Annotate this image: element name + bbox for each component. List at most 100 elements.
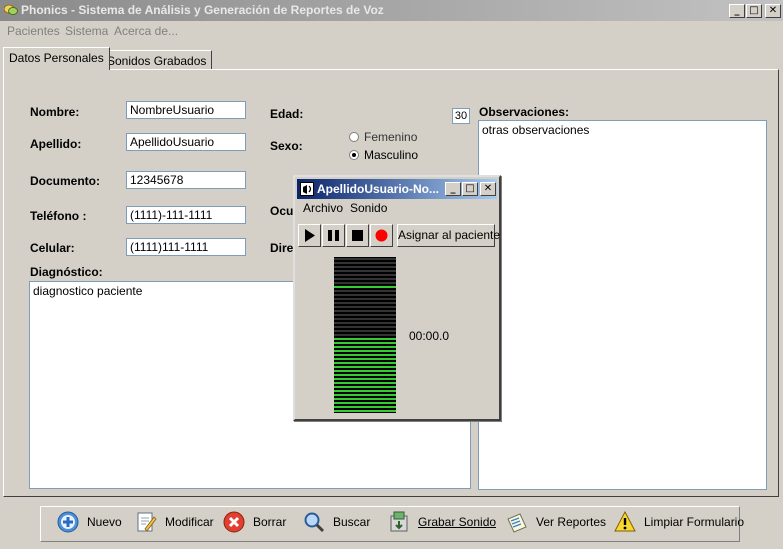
meter-segment <box>334 386 396 388</box>
main-titlebar[interactable]: Phonics - Sistema de Análisis y Generaci… <box>0 0 783 21</box>
recorder-close-button[interactable]: ✕ <box>480 182 496 196</box>
meter-segment <box>334 290 396 292</box>
radio-masculino-dot[interactable] <box>349 150 359 160</box>
recorder-titlebar[interactable]: ApellidoUsuario-No... _ □ ✕ <box>297 179 497 199</box>
apellido-label: Apellido: <box>30 137 82 151</box>
meter-segment <box>334 282 396 284</box>
meter-segment <box>334 370 396 372</box>
celular-label: Celular: <box>30 241 75 255</box>
recorder-time: 00:00.0 <box>409 329 450 343</box>
meter-segment <box>334 258 396 260</box>
edit-document-icon <box>137 512 157 532</box>
observaciones-label: Observaciones: <box>479 105 570 119</box>
minimize-button[interactable]: _ <box>729 4 745 18</box>
radio-masculino[interactable]: Masculino <box>349 148 418 162</box>
meter-segment <box>334 274 396 276</box>
modificar-label: Modificar <box>165 515 214 529</box>
warning-icon <box>614 511 636 532</box>
radio-femenino-dot[interactable] <box>349 132 359 142</box>
meter-segment <box>334 318 396 320</box>
meter-segment <box>334 342 396 344</box>
meter-segment <box>334 406 396 408</box>
apellido-input[interactable]: ApellidoUsuario <box>126 133 246 151</box>
level-meter <box>334 257 396 413</box>
meter-segment <box>334 298 396 300</box>
tab-sonidos-grabados[interactable]: Sonidos Grabados <box>101 50 213 70</box>
meter-segment <box>334 310 396 312</box>
grabar-sonido-button[interactable]: Grabar Sonido <box>388 511 496 539</box>
speech-bubbles-icon <box>4 4 18 15</box>
recorder-maximize-button[interactable]: □ <box>462 182 478 196</box>
record-button[interactable] <box>370 224 393 247</box>
telefono-label: Teléfono : <box>30 209 87 223</box>
radio-femenino[interactable]: Femenino <box>349 130 417 144</box>
meter-segment <box>334 350 396 352</box>
documento-input[interactable]: 12345678 <box>126 171 246 189</box>
meter-segment <box>334 382 396 384</box>
grabar-sonido-label: Grabar Sonido <box>418 515 497 529</box>
recorder-menu-sonido[interactable]: Sonido <box>350 201 387 215</box>
meter-segment <box>334 306 396 308</box>
modificar-button[interactable]: Modificar <box>135 511 214 539</box>
celular-input[interactable]: (1111)111-1111 <box>126 238 246 256</box>
observaciones-textarea[interactable]: otras observaciones <box>478 120 767 490</box>
meter-segment <box>334 326 396 328</box>
documento-label: Documento: <box>30 174 100 188</box>
telefono-input[interactable]: (1111)-111-1111 <box>126 206 246 224</box>
maximize-button[interactable]: □ <box>746 4 762 18</box>
meter-segment <box>334 398 396 400</box>
meter-segment <box>334 402 396 404</box>
assign-to-patient-button[interactable]: Asignar al paciente <box>397 224 500 247</box>
play-button[interactable] <box>298 224 321 247</box>
menu-acerca-de[interactable]: Acerca de... <box>114 24 178 38</box>
direccion-label: Dire <box>270 241 294 255</box>
nombre-input[interactable]: NombreUsuario <box>126 101 246 119</box>
diagnostico-text: diagnostico paciente <box>33 284 143 298</box>
edad-input[interactable]: 30 <box>452 108 470 124</box>
record-icon <box>375 229 388 242</box>
meter-segment <box>334 374 396 376</box>
meter-segment <box>334 270 396 272</box>
observaciones-text: otras observaciones <box>482 123 590 137</box>
menu-pacientes[interactable]: Pacientes <box>7 24 60 38</box>
meter-segment <box>334 354 396 356</box>
plus-circle-icon <box>57 511 79 533</box>
recorder-title: ApellidoUsuario-No... <box>317 182 440 196</box>
limpiar-formulario-button[interactable]: Limpiar Formulario <box>614 511 744 539</box>
tab-datos-personales[interactable]: Datos Personales <box>3 47 110 70</box>
menu-sistema[interactable]: Sistema <box>65 24 108 38</box>
recorder-menu-archivo[interactable]: Archivo <box>303 201 343 215</box>
buscar-button[interactable]: Buscar <box>303 511 370 539</box>
menubar: Pacientes Sistema Acerca de... <box>0 21 783 40</box>
recorder-window[interactable]: ApellidoUsuario-No... _ □ ✕ Archivo Soni… <box>293 175 501 421</box>
ver-reportes-button[interactable]: Ver Reportes <box>506 511 606 539</box>
meter-segment <box>334 334 396 336</box>
meter-segment <box>334 358 396 360</box>
nuevo-label: Nuevo <box>87 515 122 529</box>
pause-button[interactable] <box>322 224 345 247</box>
magnifier-icon <box>304 512 325 533</box>
close-button[interactable]: ✕ <box>765 4 781 18</box>
meter-segment <box>334 330 396 332</box>
nuevo-button[interactable]: Nuevo <box>57 511 122 539</box>
recorder-app-icon <box>300 182 314 196</box>
sexo-label: Sexo: <box>270 139 303 153</box>
delete-x-icon <box>223 511 245 533</box>
record-sound-icon <box>390 511 408 532</box>
meter-segment <box>334 262 396 264</box>
report-icon <box>507 513 527 533</box>
borrar-button[interactable]: Borrar <box>223 511 286 539</box>
play-icon <box>305 229 315 242</box>
meter-segment <box>334 410 396 412</box>
recorder-minimize-button[interactable]: _ <box>445 182 461 196</box>
ocupacion-label: Ocu <box>270 204 294 218</box>
meter-segment <box>334 390 396 392</box>
stop-button[interactable] <box>346 224 369 247</box>
meter-segment <box>334 378 396 380</box>
meter-segment <box>334 394 396 396</box>
buscar-label: Buscar <box>333 515 371 529</box>
meter-peak-marker <box>334 286 396 288</box>
meter-segment <box>334 294 396 296</box>
meter-segment <box>334 346 396 348</box>
ver-reportes-label: Ver Reportes <box>536 515 607 529</box>
